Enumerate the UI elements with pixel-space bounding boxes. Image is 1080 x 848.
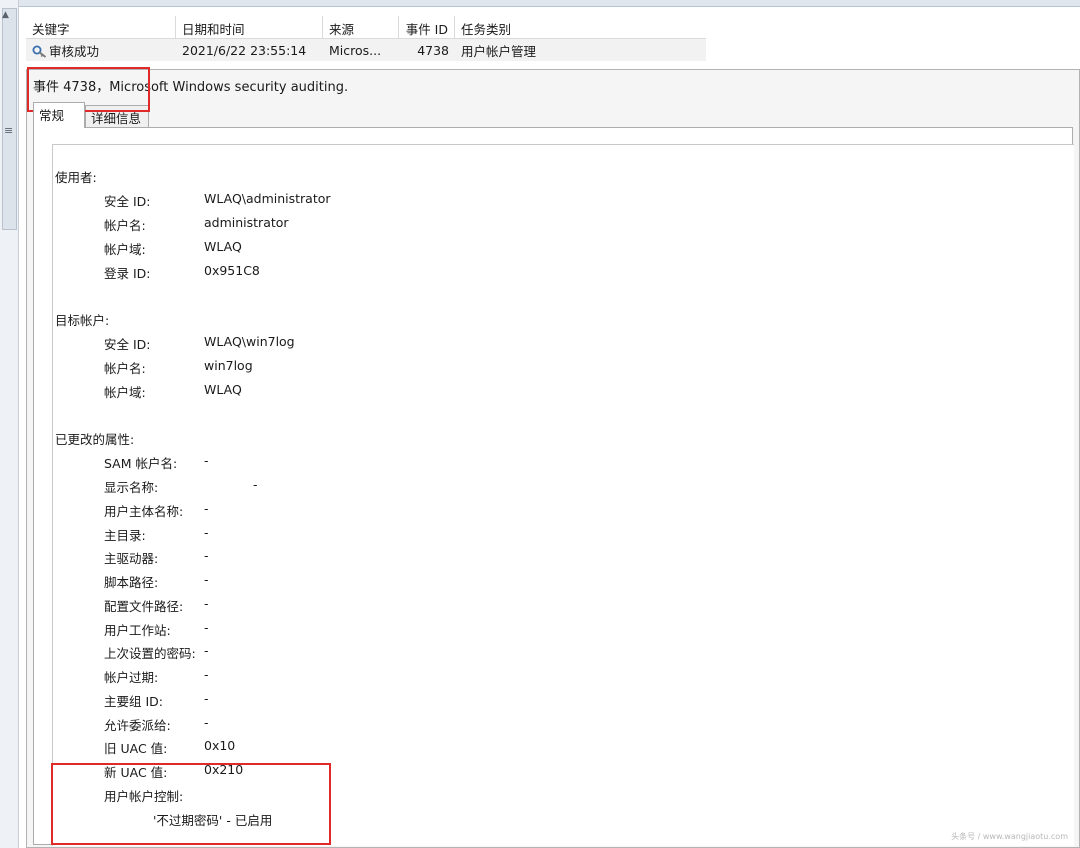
target-value: WLAQ\win7log bbox=[204, 334, 295, 349]
subject-header: 使用者: bbox=[55, 170, 97, 185]
cell-source: Micros... bbox=[329, 42, 382, 58]
subject-value: administrator bbox=[204, 215, 289, 230]
target-label: 帐户名: bbox=[104, 361, 146, 376]
event-detail-pane: 事件 4738，Microsoft Windows security audit… bbox=[26, 69, 1080, 848]
target-value: WLAQ bbox=[204, 382, 242, 397]
target-label: 安全 ID: bbox=[104, 337, 151, 352]
column-header-event-id[interactable]: 事件 ID bbox=[399, 16, 455, 38]
target-value: win7log bbox=[204, 358, 253, 373]
grip-handle-icon[interactable]: ≡ bbox=[4, 124, 13, 137]
changed-value: - bbox=[204, 596, 209, 611]
cell-event-id: 4738 bbox=[417, 42, 449, 58]
left-pane-gutter: ▲ ≡ bbox=[0, 0, 19, 848]
subject-value: WLAQ bbox=[204, 239, 242, 254]
event-list-header: 关键字 日期和时间 来源 事件 ID 任务类别 bbox=[26, 16, 706, 39]
column-header-datetime[interactable]: 日期和时间 bbox=[176, 16, 323, 38]
target-label: 帐户域: bbox=[104, 385, 146, 400]
subject-value: WLAQ\administrator bbox=[204, 191, 331, 206]
changed-label: 允许委派给: bbox=[104, 718, 171, 733]
subject-label: 帐户名: bbox=[104, 218, 146, 233]
changed-label: 显示名称: bbox=[104, 480, 159, 495]
new-uac-value: 0x210 bbox=[204, 762, 244, 777]
changed-label: SAM 帐户名: bbox=[104, 456, 178, 471]
subject-label: 帐户域: bbox=[104, 242, 146, 257]
changed-value: - bbox=[204, 501, 209, 516]
changed-value: - bbox=[204, 643, 209, 658]
cell-datetime: 2021/6/22 23:55:14 bbox=[182, 42, 307, 58]
changed-value: - bbox=[204, 667, 209, 682]
old-uac-value: 0x10 bbox=[204, 738, 236, 753]
changed-label: 配置文件路径: bbox=[104, 599, 184, 614]
changed-label: 用户主体名称: bbox=[104, 504, 184, 519]
scroll-up-arrow-icon[interactable]: ▲ bbox=[2, 10, 9, 20]
keyword-text: 审核成功 bbox=[49, 43, 100, 59]
column-header-keyword[interactable]: 关键字 bbox=[26, 16, 176, 38]
changed-value: - bbox=[253, 477, 258, 492]
tab-general[interactable]: 常规 bbox=[33, 102, 85, 128]
changed-attributes-header: 已更改的属性: bbox=[55, 432, 135, 447]
changed-value: - bbox=[204, 715, 209, 730]
subject-label: 安全 ID: bbox=[104, 194, 151, 209]
changed-label: 用户工作站: bbox=[104, 623, 171, 638]
changed-value: - bbox=[204, 525, 209, 540]
changed-label: 主要组 ID: bbox=[104, 694, 163, 709]
changed-label: 上次设置的密码: bbox=[104, 646, 196, 661]
general-tab-body: 使用者: 安全 ID: WLAQ\administrator 帐户名: admi… bbox=[33, 127, 1074, 846]
subject-label: 登录 ID: bbox=[104, 266, 151, 281]
new-uac-label: 新 UAC 值: bbox=[104, 765, 168, 780]
watermark: 头条号 / www.wangjiaotu.com bbox=[951, 832, 1068, 841]
changed-value: - bbox=[204, 548, 209, 563]
column-header-task-category[interactable]: 任务类别 bbox=[455, 16, 706, 38]
vertical-scrollbar[interactable] bbox=[2, 8, 17, 230]
changed-value: - bbox=[204, 691, 209, 706]
event-detail-title: 事件 4738，Microsoft Windows security audit… bbox=[33, 80, 349, 95]
cell-keyword: 审核成功 bbox=[26, 41, 176, 60]
old-uac-label: 旧 UAC 值: bbox=[104, 741, 168, 756]
window-top-border bbox=[0, 0, 1080, 7]
changed-label: 主目录: bbox=[104, 528, 146, 543]
tab-details[interactable]: 详细信息 bbox=[85, 105, 149, 127]
changed-value: - bbox=[204, 453, 209, 468]
audit-key-icon bbox=[32, 45, 47, 58]
cell-task-category: 用户帐户管理 bbox=[461, 43, 537, 59]
event-description-text[interactable]: 使用者: 安全 ID: WLAQ\administrator 帐户名: admi… bbox=[52, 144, 1074, 846]
target-header: 目标帐户: bbox=[55, 313, 110, 328]
changed-value: - bbox=[204, 572, 209, 587]
changed-value: - bbox=[204, 620, 209, 635]
table-row[interactable]: 审核成功 2021/6/22 23:55:14 Micros... 4738 用… bbox=[26, 39, 706, 61]
changed-label: 主驱动器: bbox=[104, 551, 159, 566]
subject-value: 0x951C8 bbox=[204, 263, 260, 278]
changed-label: 脚本路径: bbox=[104, 575, 159, 590]
uac-flag-text: '不过期密码' - 已启用 bbox=[153, 813, 273, 828]
changed-label: 帐户过期: bbox=[104, 670, 159, 685]
column-header-source[interactable]: 来源 bbox=[323, 16, 399, 38]
event-list: 关键字 日期和时间 来源 事件 ID 任务类别 审核成功 2021/6/22 2… bbox=[26, 16, 706, 66]
uac-control-label: 用户帐户控制: bbox=[104, 789, 184, 804]
